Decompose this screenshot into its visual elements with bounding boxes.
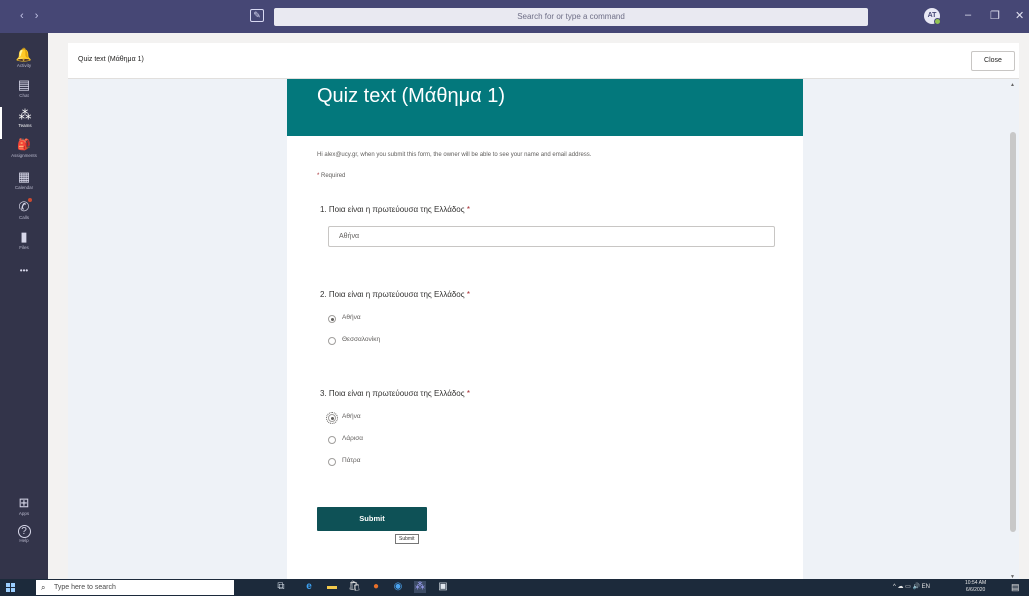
option-label: Πάτρα [342,457,361,464]
form-viewport: Quiz text (Μάθημα 1) Hi alex@ucy.gr, whe… [68,79,1019,579]
rail-item-activity[interactable]: 🔔 Activity [0,47,48,79]
rail-item-label: Chat [19,93,29,98]
language-indicator: EN [921,584,930,590]
windows-taskbar: ⌕ Type here to search ⧉ e ▬ 🛍 ● ◉ ⁂ ▣ ^ … [0,579,1029,596]
form-title: Quiz text (Μάθημα 1) [317,85,506,107]
rail-item-label: Activity [16,63,32,68]
close-window-button[interactable]: ✕ [1015,9,1024,22]
submit-button[interactable]: Submit [317,507,427,531]
rail-item-assignments[interactable]: 🎒 Assignments [0,137,48,169]
required-star: * [464,205,470,214]
back-forward-arrows[interactable]: ‹ › [20,10,42,22]
clock[interactable]: 10:54 AM 6/6/2020 [965,580,986,594]
system-tray[interactable]: ^ ☁ ▭ 🔊 EN [893,583,930,590]
taskbar-search-placeholder: Type here to search [54,584,116,591]
rail-item-label: Help [19,538,29,543]
rail-item-label: Teams [18,123,32,128]
rail-item-label: Apps [18,511,30,516]
minimize-button[interactable]: – [965,9,971,21]
option-label: Λάρισα [342,435,364,442]
teams-taskbar-icon[interactable]: ⁂ [414,581,426,593]
edge-browser-icon[interactable]: e [303,581,315,593]
option-label: Αθήνα [342,314,361,321]
rail-item-calls[interactable]: ✆ Calls [0,198,48,231]
phone-icon: ✆ [18,199,30,214]
firefox-icon[interactable]: ● [370,581,382,593]
radio-button[interactable] [326,412,338,424]
chrome-icon[interactable]: ◉ [392,581,404,593]
form-banner: Quiz text (Μάθημα 1) [287,79,803,136]
rail-item-teams[interactable]: ⁂ Teams [0,107,48,139]
command-search-input[interactable]: Search for or type a command [274,8,868,26]
notification-dot [28,198,32,202]
rail-item-more[interactable]: ••• [0,263,48,295]
radio-button[interactable] [328,458,336,466]
option-label: Θεσσαλονίκη [342,336,381,343]
required-star: * [464,290,470,299]
scroll-up-icon[interactable]: ▲ [1010,82,1015,88]
radio-button[interactable] [328,337,336,345]
left-rail: 🔔 Activity ▤ Chat ⁂ Teams 🎒 Assignments … [0,33,48,579]
avatar[interactable]: AT [924,8,941,25]
rail-item-help[interactable]: ? Help [0,523,48,555]
maximize-button[interactable]: ❐ [990,9,1000,22]
question-1-answer-input[interactable]: Αθήνα [328,226,775,247]
quiz-form: Quiz text (Μάθημα 1) Hi alex@ucy.gr, whe… [287,79,803,579]
rail-item-calendar[interactable]: ▦ Calendar [0,169,48,201]
required-star: * [464,389,470,398]
rail-item-label: Files [19,245,29,250]
teams-icon: ⁂ [18,107,32,122]
rail-item-chat[interactable]: ▤ Chat [0,77,48,109]
rail-item-label: Calendar [14,185,34,190]
required-label: Required [321,173,346,179]
calendar-icon: ▦ [17,169,31,184]
radio-button[interactable] [328,436,336,444]
task-view-icon[interactable]: ⧉ [275,581,287,593]
windows-start-icon[interactable] [6,583,16,593]
assignments-icon: 🎒 [17,139,31,151]
clock-date: 6/6/2020 [965,587,986,593]
compose-icon[interactable]: ✎ [250,9,264,22]
photos-icon[interactable]: ▣ [437,581,449,593]
file-explorer-icon[interactable]: ▬ [326,581,338,593]
file-icon: ▮ [20,229,28,244]
page-title: Quiz text (Μάθημα 1) [78,56,144,63]
chat-icon: ▤ [17,77,31,92]
scroll-thumb[interactable] [1010,132,1016,532]
rail-item-files[interactable]: ▮ Files [0,229,48,261]
submit-tooltip: Submit [395,534,419,544]
taskbar-search-input[interactable]: ⌕ Type here to search [36,580,234,595]
tab-header: Quiz text (Μάθημα 1) Close [68,43,1019,79]
help-icon: ? [17,525,31,538]
question-1-title: 1. Ποια είναι η πρωτεύουσα της Ελλάδος * [320,205,470,214]
search-icon: ⌕ [41,583,46,592]
notification-center-icon[interactable]: ▤ [1011,582,1020,593]
more-icon: ••• [19,266,29,275]
rail-item-label: Calls [18,215,29,220]
scrollbar[interactable]: ▲ ▼ [1010,82,1016,579]
clock-time: 10:54 AM [965,580,987,586]
store-icon[interactable]: 🛍 [348,581,361,593]
question-2-title: 2. Ποια είναι η πρωτεύουσα της Ελλάδος * [320,290,470,299]
option-label: Αθήνα [342,413,361,420]
apps-icon: ⊞ [18,495,30,510]
title-bar: ‹ › ✎ Search for or type a command AT – … [0,0,1029,33]
rail-item-label: Assignments [11,153,37,158]
question-text: 2. Ποια είναι η πρωτεύουσα της Ελλάδος [320,290,465,299]
radio-button[interactable] [328,315,336,323]
question-text: 1. Ποια είναι η πρωτεύουσα της Ελλάδος [320,205,465,214]
app-area: Quiz text (Μάθημα 1) Close Quiz text (Μά… [48,33,1029,579]
question-3-title: 3. Ποια είναι η πρωτεύουσα της Ελλάδος * [320,389,470,398]
close-button[interactable]: Close [971,51,1015,71]
privacy-notice: Hi alex@ucy.gr, when you submit this for… [317,152,592,158]
question-text: 3. Ποια είναι η πρωτεύουσα της Ελλάδος [320,389,465,398]
bell-icon: 🔔 [15,47,33,62]
required-note: * Required [317,173,345,179]
